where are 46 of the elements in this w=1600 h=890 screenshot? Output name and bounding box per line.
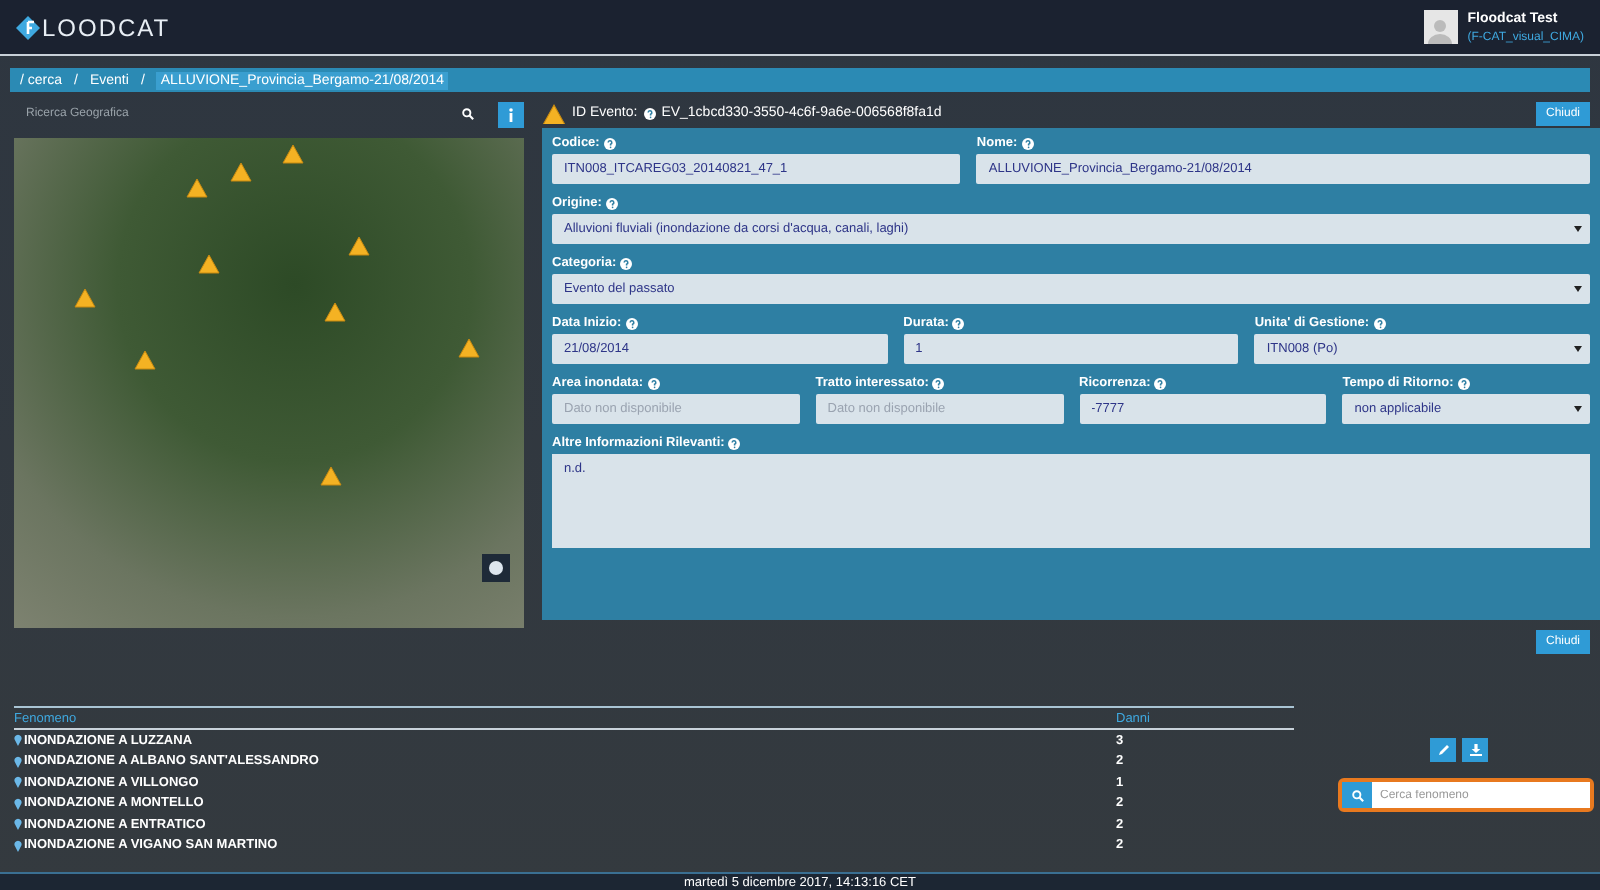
dropdown-caret-icon <box>1574 406 1582 412</box>
logo-text: LOODCAT <box>42 13 171 41</box>
warning-marker-icon[interactable] <box>324 302 346 322</box>
layers-icon <box>488 560 504 576</box>
map-pin-icon <box>14 839 22 852</box>
help-icon <box>1373 317 1386 329</box>
help-icon <box>647 377 660 389</box>
layers-button[interactable] <box>482 554 510 582</box>
map-pin-icon <box>14 797 22 810</box>
warning-marker-icon[interactable] <box>186 178 208 198</box>
warning-marker-icon[interactable] <box>458 338 480 358</box>
warning-marker-icon[interactable] <box>74 288 96 308</box>
help-icon <box>643 107 656 120</box>
map-pin-icon <box>14 818 22 831</box>
help-icon <box>620 257 633 269</box>
help-icon <box>605 197 618 209</box>
warning-marker-icon[interactable] <box>282 144 304 164</box>
info-icon <box>508 107 514 121</box>
download-icon <box>1469 744 1481 756</box>
dropdown-caret-icon <box>1574 346 1583 352</box>
download-button[interactable] <box>1462 738 1488 762</box>
help-icon <box>932 377 945 389</box>
warning-marker-icon[interactable] <box>198 254 220 274</box>
help-icon <box>1154 377 1167 389</box>
warning-marker-icon[interactable] <box>134 350 156 370</box>
map-pin-icon <box>14 755 22 768</box>
dropdown-caret-icon <box>1574 226 1582 232</box>
warning-marker-icon[interactable] <box>320 466 342 486</box>
help-icon <box>1021 137 1034 149</box>
map-pin-icon <box>14 734 22 747</box>
help-icon <box>952 317 965 329</box>
dropdown-caret-icon <box>1574 286 1582 292</box>
pencil-icon <box>1437 744 1449 756</box>
info-button[interactable] <box>498 101 524 127</box>
avatar-placeholder <box>1423 10 1458 44</box>
logo-icon <box>16 15 40 39</box>
warning-marker-icon[interactable] <box>348 236 370 256</box>
search-icon <box>462 108 474 120</box>
search-icon <box>1351 789 1363 801</box>
map-pin-icon <box>14 776 22 789</box>
help-icon <box>728 437 741 449</box>
edit-button[interactable] <box>1430 738 1456 762</box>
help-icon <box>1457 377 1470 389</box>
help-icon <box>603 137 616 149</box>
warning-marker-icon[interactable] <box>230 162 252 182</box>
help-icon <box>625 317 638 329</box>
